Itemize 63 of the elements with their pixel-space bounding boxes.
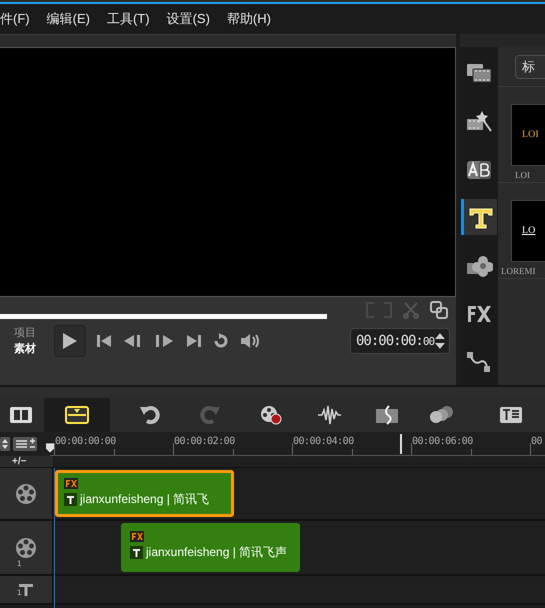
time-label: 00:00:00:00 <box>55 435 116 449</box>
track-header[interactable]: 1 <box>0 521 53 574</box>
marker-line <box>400 434 402 454</box>
sound-wave-icon <box>317 404 341 426</box>
title-clip[interactable]: jianxunfeisheng | 简讯飞声 <box>121 523 300 572</box>
subtitle-icon <box>499 404 523 426</box>
film-reel-record-icon <box>259 404 283 426</box>
panel-grip-bar[interactable] <box>0 385 545 398</box>
clip-title: jianxunfeisheng | 简讯飞 <box>80 491 210 508</box>
film-reel-icon <box>15 482 37 504</box>
fx-badge-icon <box>64 478 78 489</box>
title-thumbnail[interactable]: LOI <box>511 104 545 166</box>
film-icon <box>9 404 33 426</box>
letter-t-icon <box>18 582 34 598</box>
library-tab[interactable]: 标 <box>515 54 545 78</box>
playhead-icon[interactable] <box>46 442 54 454</box>
track-header[interactable]: 1 <box>0 576 53 603</box>
timeline-view-icon <box>65 404 89 426</box>
magic-wand-icon <box>465 109 493 133</box>
fit-icon[interactable] <box>0 437 10 451</box>
library-category-tab[interactable] <box>461 199 497 235</box>
flower-icon <box>465 253 493 277</box>
volume-icon[interactable] <box>240 333 260 349</box>
spinner-icon[interactable] <box>434 332 446 350</box>
mode-option[interactable]: 项目 <box>14 326 54 340</box>
thumbnail-caption: LOREMI <box>501 264 536 278</box>
letter-t-icon <box>130 546 143 558</box>
menu-item[interactable]: 帮助(H) <box>226 9 271 29</box>
timecode-field[interactable]: 00:00:00:00 <box>350 328 450 354</box>
fx-badge-icon <box>130 531 144 542</box>
frame-count: 00 <box>422 334 434 350</box>
timeline-tool-button[interactable] <box>44 398 110 432</box>
panel-grip-bar[interactable] <box>0 34 456 47</box>
track-manager-icon[interactable] <box>13 437 37 451</box>
repeat-icon[interactable] <box>212 333 230 349</box>
menu-item[interactable]: 编辑(E) <box>46 9 90 29</box>
thumbnail-text: LOI <box>522 128 539 142</box>
title-thumbnail[interactable]: LO <box>511 200 545 262</box>
circles-icon <box>429 404 453 426</box>
title-clip[interactable]: jianxunfeisheng | 简讯飞 <box>55 470 234 517</box>
mode-option[interactable]: 素材 <box>14 342 54 356</box>
track-number: 1 <box>17 587 22 599</box>
play-button[interactable] <box>54 325 86 357</box>
media-icon <box>465 61 493 85</box>
motion-path-icon <box>465 349 493 373</box>
time-label: 00:00:06:00 <box>412 435 473 449</box>
thumbnail-caption: LOI <box>515 168 531 182</box>
clip-title: jianxunfeisheng | 简讯飞声 <box>146 544 288 561</box>
time-label: 00:00:04:00 <box>293 435 354 449</box>
go-to-start-icon[interactable] <box>96 334 112 348</box>
copy-icon[interactable] <box>430 301 448 319</box>
thumbnail-text: LO <box>522 224 536 238</box>
time-label: 00 <box>531 435 542 449</box>
menu-item[interactable]: 工具(T) <box>106 9 150 29</box>
track-number: 1 <box>17 558 22 570</box>
play-icon <box>62 332 78 350</box>
time-label: 00:00:02:00 <box>174 435 235 449</box>
letter-t-icon <box>64 492 77 506</box>
go-to-end-icon[interactable] <box>186 334 202 348</box>
film-reel-icon <box>15 536 37 558</box>
menu-item[interactable]: 件(F) <box>0 9 30 29</box>
menu-item[interactable]: 设置(S) <box>166 9 210 29</box>
timecode-text: 00:00:00: <box>356 332 423 350</box>
